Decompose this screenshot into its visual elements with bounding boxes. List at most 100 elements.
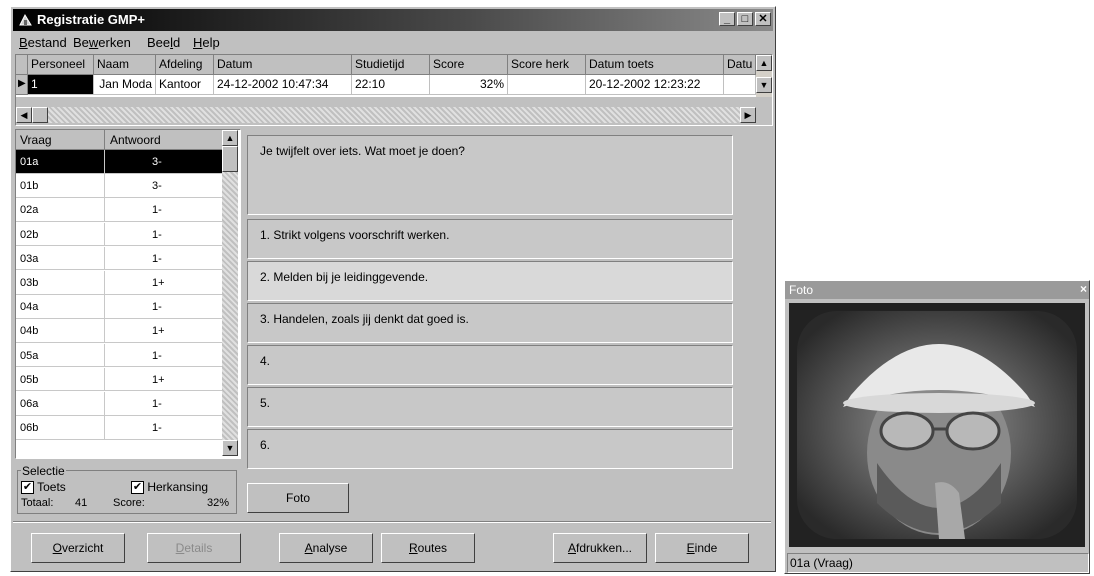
cell-afdeling[interactable]: Kantoor: [156, 75, 214, 95]
col-header-datum[interactable]: Datum: [214, 55, 352, 75]
list-item[interactable]: 04a 1-: [16, 295, 222, 319]
list-scroll-thumb[interactable]: [222, 146, 238, 172]
list-scroll-down-icon[interactable]: ▼: [222, 440, 238, 456]
list-item-antwoord: 1+: [152, 277, 165, 289]
answer-option[interactable]: 2. Melden bij je leidinggevende.: [247, 261, 733, 301]
list-item[interactable]: 06b 1-: [16, 416, 222, 440]
einde-button[interactable]: Einde: [655, 533, 749, 563]
row-indicator-icon: ▶: [16, 75, 28, 95]
cell-score[interactable]: 32%: [430, 75, 508, 95]
cell-personeel[interactable]: 1: [28, 75, 94, 95]
scroll-right-icon[interactable]: ▶: [740, 107, 756, 123]
cell-datu[interactable]: [724, 75, 756, 95]
answer-option[interactable]: 5.: [247, 387, 733, 427]
list-item-antwoord: 3-: [152, 156, 162, 168]
answer-option[interactable]: 4.: [247, 345, 733, 385]
grid-corner: [16, 55, 28, 75]
list-item-antwoord: 1-: [152, 398, 162, 410]
menu-bewerken[interactable]: Bewerken: [73, 35, 131, 50]
cell-datum[interactable]: 24-12-2002 10:47:34: [214, 75, 352, 95]
question-text: Je twijfelt over iets. Wat moet je doen?: [260, 144, 465, 158]
col-header-score[interactable]: Score: [430, 55, 508, 75]
cell-datum-toets[interactable]: 20-12-2002 12:23:22: [586, 75, 724, 95]
list-item-antwoord: 1-: [152, 301, 162, 314]
score-value: 32%: [207, 497, 230, 509]
col-header-score-herk[interactable]: Score herk: [508, 55, 586, 75]
cell-score-herk[interactable]: [508, 75, 586, 95]
window-title: Registratie GMP+: [37, 12, 146, 27]
foto-image: [789, 303, 1085, 547]
cell-naam[interactable]: Jan Moda: [94, 75, 156, 95]
main-window: Registratie GMP+ _ □ ✕ Bestand Bewerken …: [10, 6, 776, 572]
maximize-button[interactable]: □: [737, 12, 753, 26]
list-item[interactable]: 03a 1-: [16, 246, 222, 271]
toets-checkbox[interactable]: ✔ Toets: [21, 480, 66, 495]
list-item-antwoord: 1+: [152, 373, 165, 386]
list-item-antwoord: 3-: [152, 180, 162, 193]
close-button[interactable]: ✕: [755, 12, 771, 26]
list-item[interactable]: 05a 1-: [16, 343, 222, 368]
answer-option[interactable]: 1. Strikt volgens voorschrift werken.: [247, 219, 733, 259]
grid-horizontal-scrollbar[interactable]: ◀ ▶: [16, 107, 756, 123]
question-text-box: Je twijfelt over iets. Wat moet je doen?: [247, 135, 733, 215]
app-icon: [19, 13, 32, 26]
analyse-button[interactable]: Analyse: [279, 533, 373, 563]
col-header-studietijd[interactable]: Studietijd: [352, 55, 430, 75]
herkansing-checkbox[interactable]: ✔ Herkansing: [131, 480, 208, 495]
list-item[interactable]: 02a 1-: [16, 198, 222, 222]
col-header-datum-toets[interactable]: Datum toets: [586, 55, 724, 75]
answer-option[interactable]: 6.: [247, 429, 733, 469]
list-header-antwoord[interactable]: Antwoord: [110, 133, 161, 147]
list-item[interactable]: 01a 3-: [16, 150, 222, 174]
scroll-left-icon[interactable]: ◀: [16, 107, 32, 123]
list-header-vraag[interactable]: Vraag: [20, 133, 52, 147]
foto-close-icon[interactable]: ×: [1080, 282, 1087, 296]
list-item[interactable]: 04b 1+: [16, 319, 222, 343]
foto-button[interactable]: Foto: [247, 483, 349, 513]
person-photo-icon: [789, 303, 1085, 547]
list-item[interactable]: 06a 1-: [16, 392, 222, 416]
title-bar[interactable]: Registratie GMP+ _ □ ✕: [13, 9, 773, 31]
list-item-vraag: 06a: [20, 398, 39, 410]
employee-grid: Personeel Naam Afdeling Datum Studietijd…: [15, 54, 773, 126]
foto-caption-bar: 01a (Vraag): [787, 553, 1089, 573]
list-item-vraag: 06b: [20, 422, 39, 435]
answer-text: 2. Melden bij je leidinggevende.: [260, 270, 429, 284]
overzicht-button[interactable]: Overzicht: [31, 533, 125, 563]
list-item-antwoord: 1-: [152, 422, 162, 435]
cell-studietijd[interactable]: 22:10: [352, 75, 430, 95]
grid-vertical-scrollbar[interactable]: ▲ ▼: [756, 55, 772, 97]
list-item-vraag: 04b: [20, 325, 39, 338]
list-item[interactable]: 05b 1+: [16, 367, 222, 392]
col-header-personeel[interactable]: Personeel: [28, 55, 94, 75]
list-item-antwoord: 1+: [152, 325, 165, 338]
selectie-group: Selectie ✔ Toets ✔ Herkansing Totaal: 41…: [17, 464, 237, 514]
routes-button[interactable]: Routes: [381, 533, 475, 563]
list-item[interactable]: 03b 1+: [16, 271, 222, 295]
foto-window-title: Foto: [789, 283, 814, 297]
scroll-up-icon[interactable]: ▲: [756, 55, 772, 71]
menu-bestand[interactable]: Bestand: [19, 35, 67, 50]
list-item-antwoord: 1-: [152, 228, 162, 241]
answer-text: 4.: [260, 354, 271, 368]
totaal-value: 41: [75, 497, 88, 509]
col-header-datu[interactable]: Datu: [724, 55, 756, 75]
scroll-thumb[interactable]: [32, 107, 48, 123]
list-item[interactable]: 01b 3-: [16, 174, 222, 198]
scroll-down-icon[interactable]: ▼: [756, 77, 772, 93]
answer-option[interactable]: 3. Handelen, zoals jij denkt dat goed is…: [247, 303, 733, 343]
list-item-vraag: 01a: [20, 156, 39, 168]
col-header-afdeling[interactable]: Afdeling: [156, 55, 214, 75]
list-scrollbar[interactable]: ▲ ▼: [222, 130, 238, 456]
details-button[interactable]: Details: [147, 533, 241, 563]
menu-beeld[interactable]: Beeld: [147, 35, 180, 50]
list-item[interactable]: 02b 1-: [16, 222, 222, 247]
col-header-naam[interactable]: Naam: [94, 55, 156, 75]
minimize-button[interactable]: _: [719, 12, 735, 26]
foto-title-bar[interactable]: Foto ×: [785, 281, 1089, 299]
menu-help[interactable]: Help: [193, 35, 220, 50]
answer-text: 3. Handelen, zoals jij denkt dat goed is…: [260, 312, 469, 326]
list-scroll-up-icon[interactable]: ▲: [222, 130, 238, 146]
afdrukken-button[interactable]: Afdrukken...: [553, 533, 647, 563]
list-item-vraag: 05b: [20, 373, 39, 386]
